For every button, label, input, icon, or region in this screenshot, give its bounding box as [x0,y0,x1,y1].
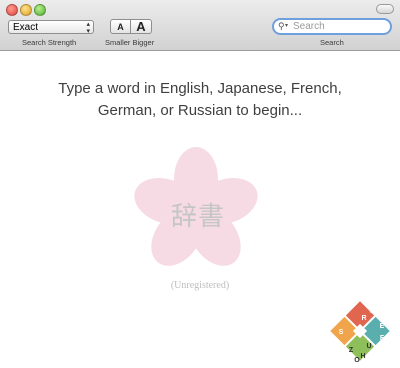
search-input[interactable] [293,21,387,32]
letter-h: H [360,353,365,360]
letter-f: F [380,335,385,342]
toolbar: Exact ▴ ▾ Search Strength A A Smaller Big… [0,0,400,51]
search-field[interactable]: ⚲ ▾ [272,18,392,35]
minimize-icon[interactable] [20,4,32,16]
search-strength-label: Search Strength [22,38,77,47]
toolbar-toggle-button[interactable] [376,4,394,14]
bigger-text-button[interactable]: A [131,19,152,34]
instruction-text: Type a word in English, Japanese, French… [20,78,380,122]
search-label: Search [320,38,344,47]
letter-z: Z [349,347,354,354]
letter-r: R [361,315,366,322]
search-icon[interactable]: ⚲ [278,22,285,31]
letter-u: U [366,343,371,350]
logo-kanji: 辞書 [170,202,225,232]
letter-o: O [354,357,360,364]
close-icon[interactable] [6,4,18,16]
letter-j: J [370,308,374,315]
instruction-line-2: German, or Russian to begin... [97,102,303,119]
zoom-icon[interactable] [34,4,46,16]
language-cube-logo: J E F S R U Z H O [330,301,390,364]
letter-s: S [339,329,344,336]
search-strength-select[interactable]: Exact ▴ ▾ [8,20,94,35]
app-window: Exact ▴ ▾ Search Strength A A Smaller Big… [0,0,400,368]
instruction-line-1: Type a word in English, Japanese, French… [58,80,342,97]
letter-e: E [380,323,385,330]
search-strength-value: Exact [13,22,39,33]
text-size-label: Smaller Bigger [105,38,155,47]
search-menu-chevron-icon[interactable]: ▾ [285,23,288,29]
registration-status: (Unregistered) [170,280,230,291]
smaller-text-button[interactable]: A [110,19,131,34]
dropdown-arrows-icon: ▴ ▾ [86,21,90,35]
